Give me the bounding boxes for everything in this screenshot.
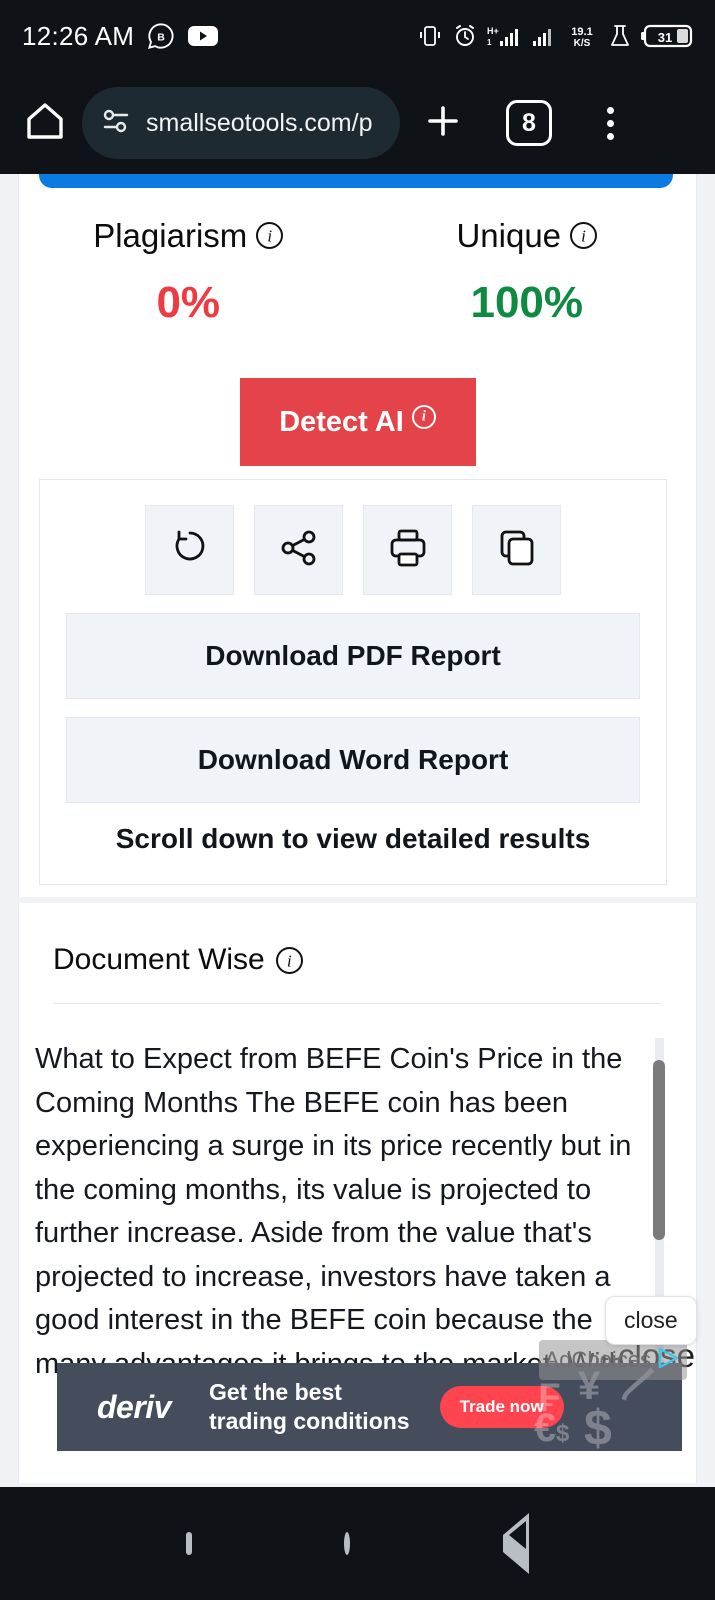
copy-button[interactable]	[472, 505, 561, 595]
three-dot-menu-icon	[606, 119, 614, 127]
plagiarism-score-block: Plagiarism 0%	[19, 217, 358, 328]
ad-headline-line1: Get the best	[208, 1379, 342, 1406]
scrollbar-thumb[interactable]	[653, 1060, 665, 1240]
home-button[interactable]	[14, 99, 76, 148]
svg-text:K/S: K/S	[574, 38, 591, 49]
plagiarism-value: 0%	[156, 278, 221, 328]
status-bar-right: H+ 1 19.1 K/S 31	[417, 22, 693, 50]
home-nav-button[interactable]	[344, 1531, 351, 1555]
divider	[53, 1003, 662, 1004]
currency-dollar-small-symbol: $	[556, 1420, 570, 1447]
detect-ai-label: Detect AI	[279, 405, 404, 438]
home-icon	[23, 99, 67, 148]
trade-now-button[interactable]: Trade now	[439, 1386, 564, 1428]
new-tab-button[interactable]	[400, 99, 486, 148]
unique-label-wrap: Unique	[456, 217, 598, 254]
three-dot-menu-icon	[606, 106, 614, 114]
share-icon	[276, 525, 322, 576]
data-speed-icon: 19.1 K/S	[565, 22, 599, 50]
report-actions-box: Download PDF Report Download Word Report…	[39, 479, 667, 885]
ad-headline: Get the best trading conditions	[209, 1378, 410, 1435]
download-pdf-button[interactable]: Download PDF Report	[66, 613, 640, 699]
hplus-signal-icon: H+ 1	[487, 23, 523, 49]
battery-icon: 31	[641, 22, 693, 50]
status-bar-left: 12:26 AM B	[22, 20, 219, 52]
plagiarism-label: Plagiarism	[93, 217, 248, 254]
recheck-button[interactable]	[145, 505, 234, 595]
ad-headline-line2: trading conditions	[208, 1408, 410, 1434]
signal-bars-icon	[532, 23, 556, 49]
youtube-icon	[188, 25, 219, 47]
document-wise-heading: Document Wise	[53, 943, 265, 976]
tune-icon[interactable]	[100, 105, 132, 142]
document-text: What to Expect from BEFE Coin's Price in…	[35, 1043, 632, 1380]
browser-menu-button[interactable]	[572, 106, 648, 140]
plus-icon	[421, 99, 465, 148]
icon-button-row	[40, 480, 666, 595]
detect-ai-button[interactable]: Detect AI	[239, 378, 476, 466]
info-icon[interactable]	[256, 222, 284, 249]
svg-text:B: B	[157, 32, 165, 44]
triangle-back-icon	[502, 1512, 529, 1574]
svg-text:19.1: 19.1	[571, 26, 592, 38]
three-dot-menu-icon	[606, 132, 614, 140]
svg-text:31: 31	[658, 30, 672, 45]
print-icon	[385, 525, 431, 576]
info-icon[interactable]	[570, 222, 598, 249]
square-recents-icon	[186, 1531, 193, 1555]
status-bar: 12:26 AM B H+ 1 19.1 K/S 31	[0, 0, 715, 72]
phone-screen: 12:26 AM B H+ 1 19.1 K/S 31 smallseotool…	[0, 0, 715, 1600]
unique-value: 100%	[470, 278, 584, 328]
status-bar-clock: 12:26 AM	[22, 20, 135, 51]
rewind-icon	[167, 525, 213, 576]
lab-flask-icon	[608, 23, 632, 49]
address-bar-url: smallseotools.com/p	[146, 108, 373, 137]
currency-dollar-symbol: $	[584, 1400, 612, 1451]
whatsapp-business-icon: B	[147, 22, 175, 50]
tab-switcher-button[interactable]: 8	[486, 100, 572, 146]
ad-close-button[interactable]: close	[605, 1296, 697, 1345]
score-row: Plagiarism 0% Unique 100%	[19, 217, 697, 328]
browser-toolbar: smallseotools.com/p 8	[0, 72, 715, 174]
android-nav-bar	[0, 1487, 715, 1600]
copy-icon	[494, 525, 540, 576]
address-bar[interactable]: smallseotools.com/p	[82, 87, 400, 159]
adchoices-label: AdChoices	[544, 1347, 651, 1372]
info-icon[interactable]	[275, 947, 303, 974]
web-page-viewport[interactable]: Plagiarism 0% Unique 100% Detect AI	[0, 174, 715, 1487]
document-wise-heading-wrap: Document Wise	[19, 903, 696, 977]
svg-text:1: 1	[487, 38, 492, 47]
vibrate-icon	[417, 23, 443, 49]
plagiarism-label-wrap: Plagiarism	[93, 217, 284, 254]
unique-label: Unique	[456, 217, 562, 254]
share-button[interactable]	[254, 505, 343, 595]
alarm-icon	[452, 23, 478, 49]
scroll-hint-text: Scroll down to view detailed results	[115, 823, 591, 854]
circle-home-icon	[344, 1531, 351, 1555]
adchoices-arrow-icon	[655, 1345, 681, 1376]
unique-score-block: Unique 100%	[358, 217, 697, 328]
tab-count-badge: 8	[506, 100, 552, 146]
info-icon[interactable]	[411, 405, 436, 429]
print-button[interactable]	[363, 505, 452, 595]
ad-brand-logo: deriv	[97, 1388, 171, 1425]
download-word-button[interactable]: Download Word Report	[66, 717, 640, 803]
svg-text:H+: H+	[487, 26, 499, 36]
recents-button[interactable]	[186, 1531, 193, 1555]
plagiarism-results-card: Plagiarism 0% Unique 100% Detect AI	[18, 174, 697, 897]
adchoices-badge[interactable]: AdChoices	[538, 1340, 687, 1380]
progress-bar	[39, 174, 673, 188]
back-button[interactable]	[502, 1512, 529, 1574]
